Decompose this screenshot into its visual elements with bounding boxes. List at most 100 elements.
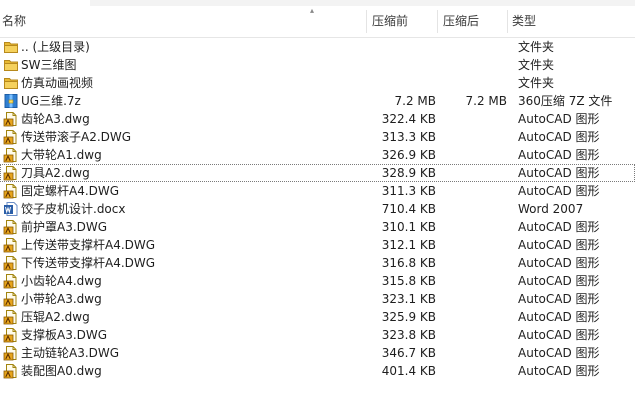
file-name: 传送带滚子A2.DWG [21, 130, 132, 144]
file-row[interactable]: 齿轮A3.dwg 322.4 KB AutoCAD 图形 [0, 110, 635, 128]
folder-icon [3, 57, 19, 73]
autocad-icon [3, 273, 19, 289]
file-row[interactable]: 装配图A0.dwg 401.4 KB AutoCAD 图形 [0, 362, 635, 380]
file-name: 前护罩A3.DWG [21, 220, 108, 234]
file-size-before: 312.1 KB [381, 238, 436, 252]
autocad-icon [3, 291, 19, 307]
file-size-before: 322.4 KB [381, 112, 436, 126]
file-row[interactable]: 支撑板A3.DWG 323.8 KB AutoCAD 图形 [0, 326, 635, 344]
file-size-before: 323.1 KB [381, 292, 436, 306]
file-name: 压辊A2.dwg [21, 310, 90, 324]
file-type: 文件夹 [518, 76, 555, 90]
file-type: AutoCAD 图形 [518, 112, 600, 126]
file-row[interactable]: 上传送带支撑杆A4.DWG 312.1 KB AutoCAD 图形 [0, 236, 635, 254]
file-name: 支撑板A3.DWG [21, 328, 108, 342]
file-name: 仿真动画视频 [21, 76, 94, 90]
autocad-icon [3, 327, 19, 343]
file-name: .. (上级目录) [21, 40, 90, 54]
file-type: AutoCAD 图形 [518, 220, 600, 234]
autocad-icon [3, 147, 19, 163]
file-size-before: 710.4 KB [381, 202, 436, 216]
file-type: AutoCAD 图形 [518, 256, 600, 270]
file-name: 固定螺杆A4.DWG [21, 184, 120, 198]
column-header-size-before[interactable]: 压缩前 [372, 6, 442, 37]
file-name: 主动链轮A3.DWG [21, 346, 120, 360]
column-divider[interactable] [366, 10, 367, 33]
column-divider[interactable] [507, 10, 508, 33]
file-size-before: 323.8 KB [381, 328, 436, 342]
file-size-before: 401.4 KB [381, 364, 436, 378]
file-row[interactable]: 传送带滚子A2.DWG 313.3 KB AutoCAD 图形 [0, 128, 635, 146]
file-size-before: 346.7 KB [381, 346, 436, 360]
file-row[interactable]: 饺子皮机设计.docx 710.4 KB Word 2007 [0, 200, 635, 218]
file-type: AutoCAD 图形 [518, 184, 600, 198]
file-row[interactable]: 小带轮A3.dwg 323.1 KB AutoCAD 图形 [0, 290, 635, 308]
autocad-icon [3, 309, 19, 325]
file-type: AutoCAD 图形 [518, 310, 600, 324]
file-row[interactable]: 前护罩A3.DWG 310.1 KB AutoCAD 图形 [0, 218, 635, 236]
file-type: AutoCAD 图形 [518, 328, 600, 342]
file-name: 大带轮A1.dwg [21, 148, 102, 162]
folder-icon [3, 75, 19, 91]
file-size-before: 310.1 KB [381, 220, 436, 234]
file-row[interactable]: 小齿轮A4.dwg 315.8 KB AutoCAD 图形 [0, 272, 635, 290]
column-header: 名称 ▴ 压缩前 压缩后 类型 [0, 6, 635, 38]
file-name: 下传送带支撑杆A4.DWG [21, 256, 156, 270]
file-size-before: 315.8 KB [381, 274, 436, 288]
column-divider[interactable] [437, 10, 438, 33]
file-name: 刀具A2.dwg [21, 166, 90, 180]
archive-icon [3, 93, 19, 109]
file-size-before: 313.3 KB [381, 130, 436, 144]
file-type: 文件夹 [518, 40, 555, 54]
file-type: 文件夹 [518, 58, 555, 72]
file-size-before: 326.9 KB [381, 148, 436, 162]
column-header-type[interactable]: 类型 [512, 6, 622, 37]
autocad-icon [3, 345, 19, 361]
file-row[interactable]: 主动链轮A3.DWG 346.7 KB AutoCAD 图形 [0, 344, 635, 362]
file-type: 360压缩 7Z 文件 [518, 94, 613, 108]
file-name: UG三维.7z [21, 94, 81, 108]
file-row[interactable]: UG三维.7z 7.2 MB 7.2 MB 360压缩 7Z 文件 [0, 92, 635, 110]
file-size-before: 316.8 KB [381, 256, 436, 270]
file-size-before: 311.3 KB [381, 184, 436, 198]
file-type: Word 2007 [518, 202, 584, 216]
file-row[interactable]: .. (上级目录) 文件夹 [0, 38, 635, 56]
file-name: 饺子皮机设计.docx [21, 202, 126, 216]
autocad-icon [3, 219, 19, 235]
file-type: AutoCAD 图形 [518, 130, 600, 144]
file-row[interactable]: 压辊A2.dwg 325.9 KB AutoCAD 图形 [0, 308, 635, 326]
file-row[interactable]: 大带轮A1.dwg 326.9 KB AutoCAD 图形 [0, 146, 635, 164]
file-name: 装配图A0.dwg [21, 364, 102, 378]
file-row[interactable]: 刀具A2.dwg 328.9 KB AutoCAD 图形 [0, 164, 635, 182]
column-header-name[interactable]: 名称 [2, 6, 362, 37]
file-type: AutoCAD 图形 [518, 364, 600, 378]
file-name: 小齿轮A4.dwg [21, 274, 102, 288]
autocad-icon [3, 165, 19, 181]
autocad-icon [3, 363, 19, 379]
autocad-icon [3, 255, 19, 271]
file-type: AutoCAD 图形 [518, 346, 600, 360]
file-row[interactable]: SW三维图 文件夹 [0, 56, 635, 74]
file-type: AutoCAD 图形 [518, 148, 600, 162]
file-name: 上传送带支撑杆A4.DWG [21, 238, 156, 252]
file-row[interactable]: 固定螺杆A4.DWG 311.3 KB AutoCAD 图形 [0, 182, 635, 200]
file-row[interactable]: 仿真动画视频 文件夹 [0, 74, 635, 92]
autocad-icon [3, 111, 19, 127]
file-row[interactable]: 下传送带支撑杆A4.DWG 316.8 KB AutoCAD 图形 [0, 254, 635, 272]
file-name: 小带轮A3.dwg [21, 292, 102, 306]
autocad-icon [3, 237, 19, 253]
autocad-icon [3, 183, 19, 199]
file-type: AutoCAD 图形 [518, 166, 600, 180]
file-size-after: 7.2 MB [465, 94, 507, 108]
file-list: .. (上级目录) 文件夹 SW三维图 文件夹 仿真动画视频 文件夹 UG三维.7z 7… [0, 38, 635, 380]
file-type: AutoCAD 图形 [518, 292, 600, 306]
column-header-size-after[interactable]: 压缩后 [443, 6, 503, 37]
file-name: 齿轮A3.dwg [21, 112, 90, 126]
file-name: SW三维图 [21, 58, 77, 72]
folder-icon [3, 39, 19, 55]
file-type: AutoCAD 图形 [518, 274, 600, 288]
word-doc-icon [3, 201, 19, 217]
file-size-before: 328.9 KB [381, 166, 436, 180]
file-type: AutoCAD 图形 [518, 238, 600, 252]
file-size-before: 7.2 MB [394, 94, 436, 108]
